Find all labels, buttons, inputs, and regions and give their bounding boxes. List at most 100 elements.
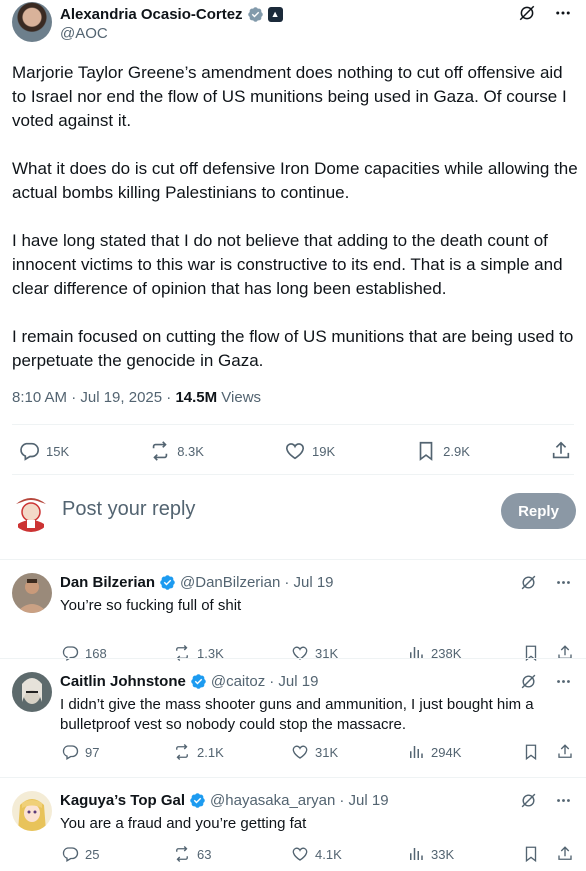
share-icon — [550, 440, 572, 462]
verified-badge-icon — [189, 792, 206, 809]
reply-date[interactable]: · Jul 19 — [339, 792, 388, 809]
reply-date[interactable]: · Jul 19 — [269, 673, 318, 690]
views-label: Views — [217, 389, 262, 406]
reply-icon — [61, 845, 79, 863]
main-tweet: Alexandria Ocasio-Cortez ▲ @AOC Marjorie… — [0, 0, 586, 559]
like-icon — [284, 440, 306, 462]
reply-author-name[interactable]: Kaguya’s Top Gal — [60, 792, 185, 809]
more-icon[interactable] — [555, 673, 572, 690]
verified-badge-icon — [159, 574, 176, 591]
repost-icon — [149, 440, 171, 462]
verified-badge-icon — [247, 6, 264, 23]
reply-top-actions — [520, 574, 572, 591]
repost-action[interactable]: 8.3K — [149, 440, 204, 462]
reply-count: 15K — [46, 443, 70, 459]
bookmark-icon[interactable] — [522, 845, 540, 863]
reply-action[interactable]: 25 — [61, 845, 173, 863]
like-count: 19K — [311, 443, 336, 459]
reply-top-actions — [520, 792, 572, 809]
tweet-top-actions — [518, 4, 572, 22]
repost-icon — [173, 845, 191, 863]
repost-icon — [173, 743, 191, 761]
more-icon[interactable] — [555, 574, 572, 591]
author-row: Alexandria Ocasio-Cortez ▲ — [60, 4, 283, 24]
tweet-paragraph: Marjorie Taylor Greene’s amendment does … — [12, 63, 567, 130]
more-icon[interactable] — [554, 4, 572, 22]
reply-text: I didn’t give the mass shooter guns and … — [60, 696, 534, 733]
avatar[interactable] — [12, 573, 52, 613]
tweet-paragraph: I remain focused on cutting the flow of … — [12, 327, 574, 370]
bookmark-icon — [415, 440, 437, 462]
repost-count: 2.1K — [197, 744, 224, 760]
repost-count: 63 — [197, 846, 212, 862]
avatar[interactable] — [10, 490, 52, 532]
reply-icon — [18, 440, 40, 462]
tweet-actions: 15K 8.3K 19K 2.9K — [18, 440, 572, 462]
reply-action[interactable]: 97 — [61, 743, 173, 761]
share-icon[interactable] — [556, 743, 574, 761]
tweet-body: Marjorie Taylor Greene’s amendment does … — [12, 61, 578, 397]
grok-icon[interactable] — [518, 4, 536, 22]
reply-action[interactable]: 15K — [18, 440, 69, 462]
government-affiliation-icon: ▲ — [267, 6, 283, 22]
grok-icon[interactable] — [520, 673, 537, 690]
like-icon — [291, 743, 309, 761]
reply-input[interactable]: Post your reply — [62, 498, 195, 521]
reply-item[interactable]: Kaguya’s Top Gal @hayasaka_aryan · Jul 1… — [0, 777, 586, 871]
divider — [12, 424, 574, 425]
reply-author-name[interactable]: Dan Bilzerian — [60, 574, 155, 591]
reply-text: You are a fraud and you’re getting fat — [60, 815, 307, 832]
grok-icon[interactable] — [520, 792, 537, 809]
tweet-timestamp[interactable]: 8:10 AM · Jul 19, 2025 · — [12, 389, 175, 406]
repost-action[interactable]: 63 — [173, 845, 291, 863]
more-icon[interactable] — [555, 792, 572, 809]
views-action[interactable]: 33K — [407, 845, 454, 863]
reply-header: Caitlin Johnstone @caitoz · Jul 19 — [60, 673, 318, 690]
avatar[interactable] — [12, 791, 52, 831]
views-count: 33K — [431, 846, 455, 862]
reply-button[interactable]: Reply — [501, 493, 576, 529]
reply-author-handle[interactable]: @DanBilzerian — [180, 574, 280, 591]
author-name[interactable]: Alexandria Ocasio-Cortez — [60, 6, 243, 23]
like-count: 31K — [315, 744, 339, 760]
bookmark-icon[interactable] — [522, 743, 540, 761]
reply-count: 97 — [85, 744, 100, 760]
reply-actions: 25 63 4.1K 33K — [61, 845, 574, 863]
avatar[interactable] — [12, 2, 52, 42]
verified-badge-icon — [190, 673, 207, 690]
reply-top-actions — [520, 673, 572, 690]
share-icon[interactable] — [556, 845, 574, 863]
views-count: 294K — [431, 744, 462, 760]
reply-header: Kaguya’s Top Gal @hayasaka_aryan · Jul 1… — [60, 792, 389, 809]
like-action[interactable]: 4.1K — [291, 845, 407, 863]
reply-author-handle[interactable]: @caitoz — [211, 673, 265, 690]
reply-text: You’re so fucking full of shit — [60, 597, 242, 614]
like-action[interactable]: 31K — [291, 743, 407, 761]
tweet-paragraph: What it does do is cut off defensive Iro… — [12, 159, 578, 202]
bookmark-count: 2.9K — [443, 443, 470, 459]
reply-count: 25 — [85, 846, 100, 862]
reply-date[interactable]: · Jul 19 — [284, 574, 333, 591]
share-action[interactable] — [550, 440, 572, 462]
views-count: 14.5M — [175, 389, 218, 406]
repost-count: 8.3K — [177, 443, 204, 459]
repost-action[interactable]: 2.1K — [173, 743, 291, 761]
reply-actions: 97 2.1K 31K 294K — [61, 743, 574, 761]
views-icon — [407, 743, 425, 761]
reply-item[interactable]: Caitlin Johnstone @caitoz · Jul 19 I did… — [0, 658, 586, 777]
tweet-meta: 8:10 AM · Jul 19, 2025 · 14.5M Views — [12, 389, 261, 406]
reply-header: Dan Bilzerian @DanBilzerian · Jul 19 — [60, 574, 334, 591]
reply-author-handle[interactable]: @hayasaka_aryan — [210, 792, 335, 809]
avatar[interactable] — [12, 672, 52, 712]
grok-icon[interactable] — [520, 574, 537, 591]
divider — [12, 474, 574, 475]
author-handle[interactable]: @AOC — [60, 25, 108, 42]
views-icon — [407, 845, 425, 863]
bookmark-action[interactable]: 2.9K — [415, 440, 470, 462]
like-count: 4.1K — [315, 846, 342, 862]
reply-icon — [61, 743, 79, 761]
views-action[interactable]: 294K — [407, 743, 461, 761]
like-action[interactable]: 19K — [284, 440, 335, 462]
reply-author-name[interactable]: Caitlin Johnstone — [60, 673, 186, 690]
like-icon — [291, 845, 309, 863]
